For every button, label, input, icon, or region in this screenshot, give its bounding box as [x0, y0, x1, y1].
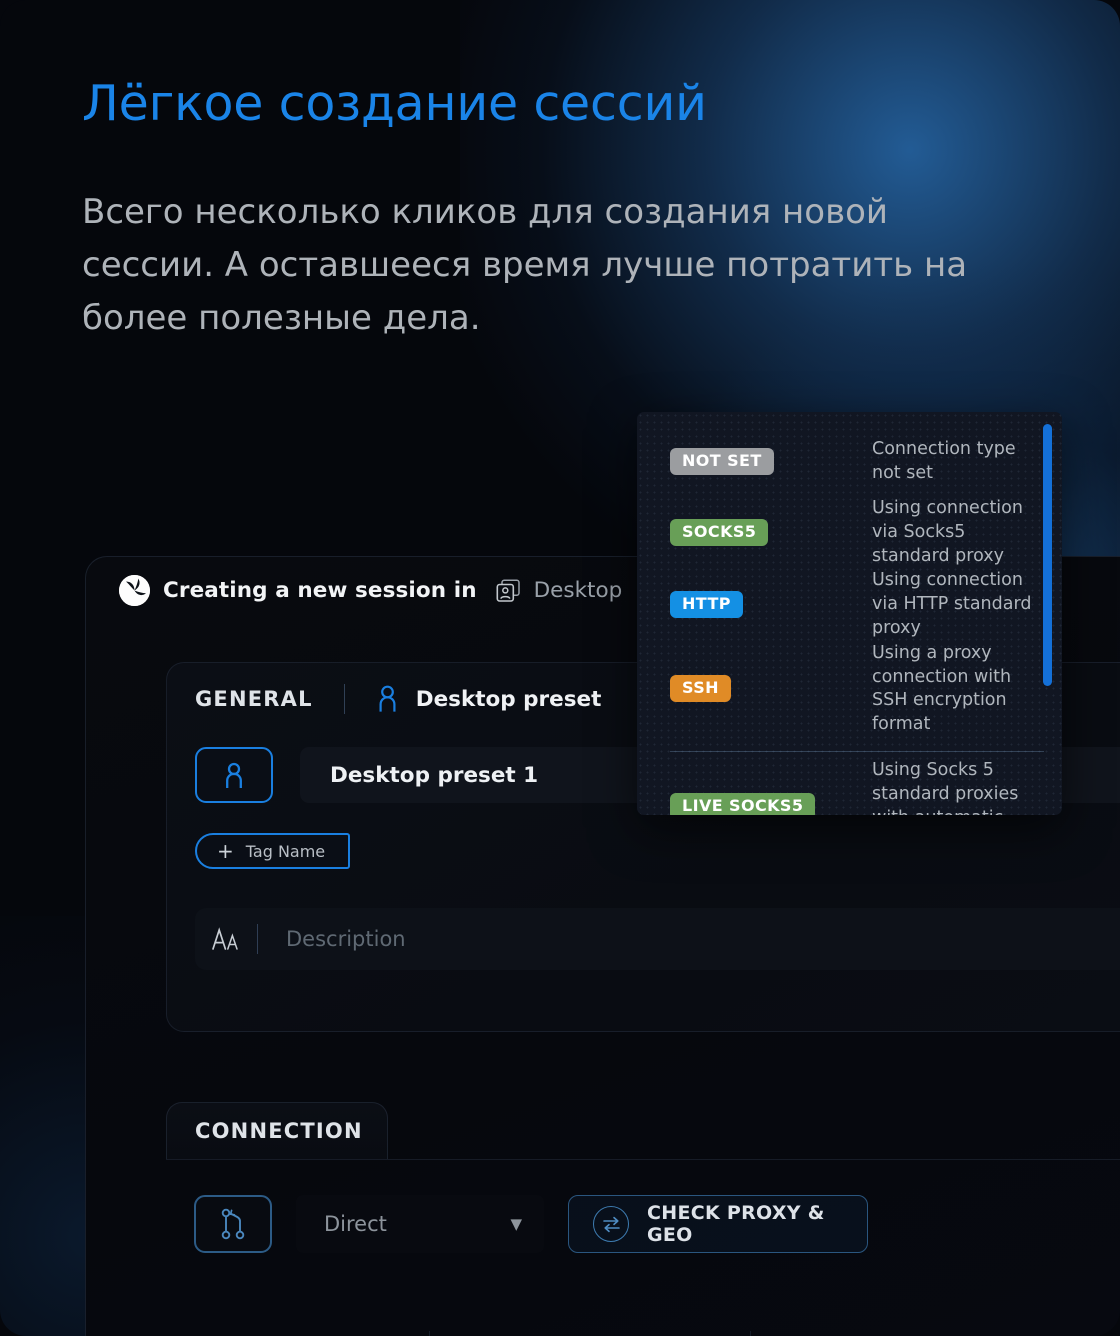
connection-type-option[interactable]: SOCKS5 Using connection via Socks5 standa…: [637, 496, 1062, 568]
text-format-icon: [195, 926, 257, 952]
connection-type-value: Direct: [324, 1212, 387, 1236]
session-card-header: Creating a new session in Desktop: [119, 575, 622, 606]
connection-section: CONNECTION Direct ▼ CHECK PROXY & GEO: [166, 1102, 1120, 1253]
person-icon: [376, 685, 399, 713]
workspace-card-icon: [496, 578, 521, 603]
option-badge-cell: HTTP: [670, 591, 872, 619]
preset-select-value: Desktop preset: [415, 686, 602, 712]
add-tag-button[interactable]: + Tag Name: [195, 833, 350, 869]
connection-tab-label: CONNECTION: [195, 1119, 363, 1143]
swap-arrows-icon: [593, 1206, 629, 1242]
divider: [429, 1331, 431, 1336]
status-bar: No verified IP yet Country not set ▼: [194, 1331, 1120, 1336]
check-proxy-geo-label: CHECK PROXY & GEO: [647, 1202, 825, 1246]
session-card-title: Creating a new session in: [163, 578, 477, 603]
check-proxy-geo-button[interactable]: CHECK PROXY & GEO: [568, 1195, 868, 1253]
divider: [257, 924, 258, 954]
page-title: Лёгкое создание сессий: [82, 75, 707, 132]
status-badge: SSH: [670, 675, 731, 703]
status-badge: NOT SET: [670, 447, 774, 475]
dropdown-scrollbar[interactable]: [1043, 424, 1052, 686]
connection-type-option-list: NOT SET Connection type not set SOCKS5 Usin…: [637, 412, 1062, 815]
page-root: Лёгкое создание сессий Всего несколько к…: [0, 0, 1120, 1336]
connection-type-option[interactable]: HTTP Using connection via HTTP standard p…: [637, 568, 1062, 640]
connection-type-option[interactable]: SSH Using a proxy connection with SSH enc…: [637, 641, 1062, 737]
divider: [166, 1159, 1120, 1160]
divider: [750, 1331, 752, 1336]
option-description: Connection type not set: [872, 438, 1016, 483]
connection-type-dropdown[interactable]: NOT SET Connection type not set SOCKS5 Usin…: [637, 412, 1062, 815]
connection-controls-row: Direct ▼ CHECK PROXY & GEO: [166, 1195, 1120, 1253]
plus-icon: +: [217, 839, 234, 863]
status-badge: HTTP: [670, 591, 743, 619]
option-badge-cell: SSH: [670, 675, 872, 703]
monitor-person-icon[interactable]: [195, 747, 273, 803]
description-field[interactable]: Description: [195, 908, 1120, 970]
option-badge-cell: NOT SET: [670, 447, 872, 475]
page-subtitle: Всего несколько кликов для создания ново…: [82, 191, 968, 338]
option-description: Using a proxy connection with SSH encryp…: [872, 642, 1012, 735]
connection-type-option[interactable]: LIVE SOCKS5 Using Socks 5 standard proxie…: [637, 758, 1062, 815]
option-description: Using connection via HTTP standard proxy: [872, 570, 1032, 638]
status-badge: LIVE SOCKS5: [670, 792, 816, 815]
option-badge-cell: SOCKS5: [670, 518, 872, 546]
option-description: Using Socks 5 standard proxies with auto…: [872, 759, 1019, 815]
tab-connection[interactable]: CONNECTION: [166, 1102, 388, 1159]
hero-section: Лёгкое создание сессий Всего несколько к…: [82, 75, 1022, 345]
divider: [343, 684, 345, 714]
option-description: Using connection via Socks5 standard pro…: [872, 498, 1023, 566]
connection-type-option[interactable]: NOT SET Connection type not set: [637, 426, 1062, 496]
option-badge-cell: LIVE SOCKS5: [670, 792, 872, 815]
status-badge: SOCKS5: [670, 518, 769, 546]
connection-type-select[interactable]: Direct ▼: [296, 1195, 544, 1253]
general-section-label: GENERAL: [195, 687, 313, 711]
workspace-name: Desktop: [533, 578, 623, 603]
add-tag-label: Tag Name: [245, 841, 326, 861]
description-placeholder: Description: [286, 927, 406, 951]
branch-icon[interactable]: [194, 1195, 272, 1253]
pinwheel-logo-icon: [119, 575, 150, 606]
chevron-down-icon: ▼: [510, 1215, 522, 1233]
divider: [670, 750, 1044, 752]
